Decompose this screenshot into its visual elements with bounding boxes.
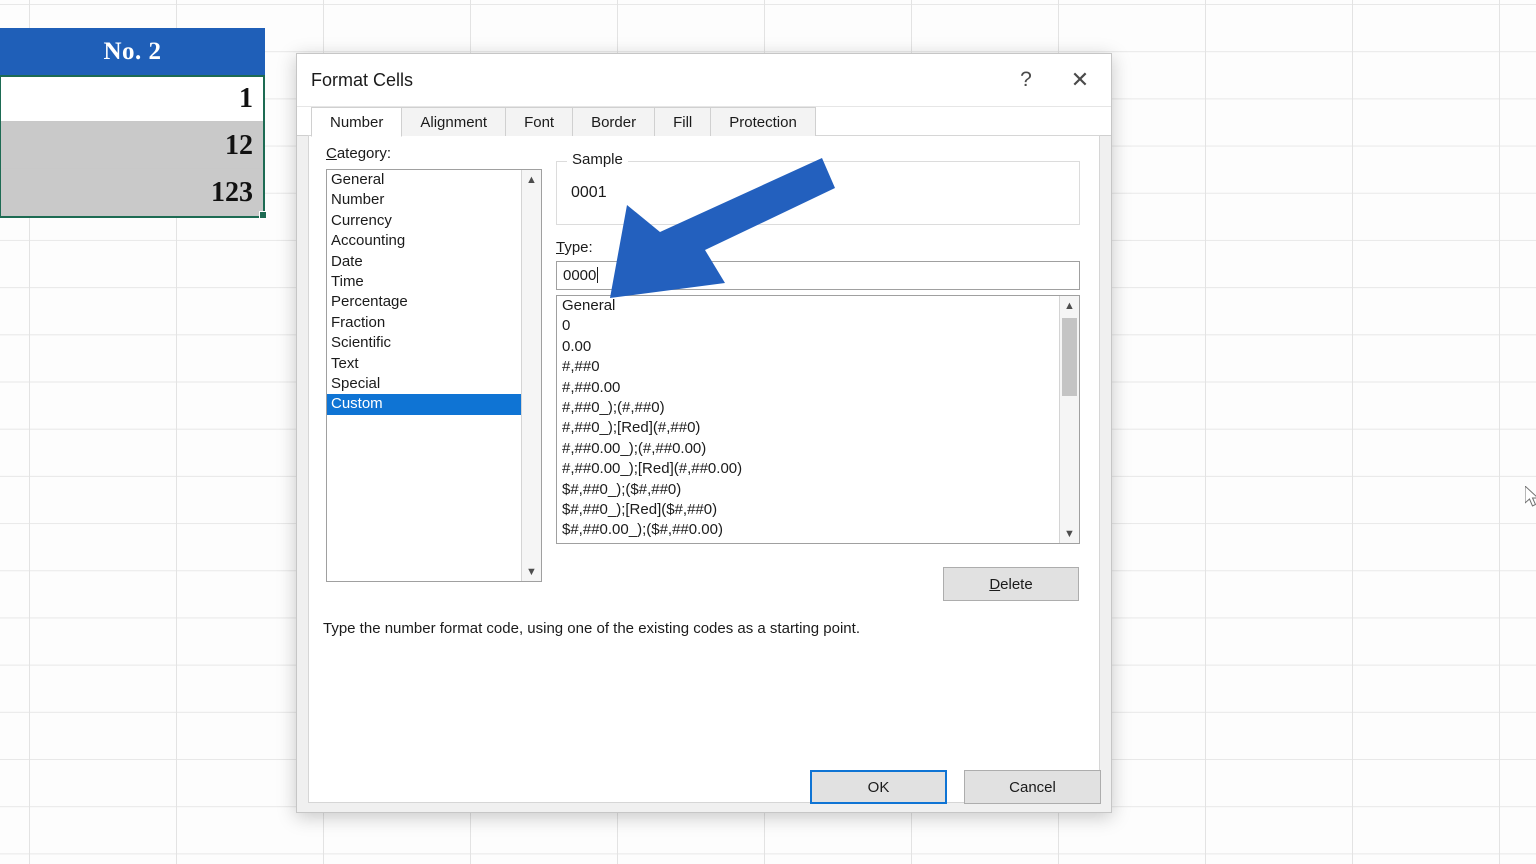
type-item-4[interactable]: #,##0.00 (557, 378, 1079, 398)
close-icon[interactable]: ✕ (1057, 54, 1103, 106)
category-item-text[interactable]: Text (327, 354, 541, 374)
spreadsheet-column: No. 2 1 12 123 (0, 28, 265, 216)
delete-label-rest: elete (1000, 575, 1033, 593)
mouse-cursor-icon (1525, 486, 1536, 507)
category-label: Category: (326, 145, 391, 162)
tab-strip: Number Alignment Font Border Fill Protec… (297, 107, 1111, 137)
screen: No. 2 1 12 123 Format Cells ? ✕ Number A… (0, 0, 1536, 864)
tab-font[interactable]: Font (505, 107, 574, 136)
cell-row-3[interactable]: 123 (0, 169, 265, 216)
type-item-8[interactable]: #,##0.00_);[Red](#,##0.00) (557, 459, 1079, 479)
type-item-1[interactable]: 0 (557, 316, 1079, 336)
scroll-down-icon[interactable]: ▼ (522, 562, 541, 581)
help-icon[interactable]: ? (1003, 54, 1049, 106)
tab-protection[interactable]: Protection (710, 107, 816, 136)
tab-alignment[interactable]: Alignment (401, 107, 507, 136)
type-item-6[interactable]: #,##0_);[Red](#,##0) (557, 418, 1079, 438)
dialog-title: Format Cells (311, 70, 414, 90)
type-item-2[interactable]: 0.00 (557, 337, 1079, 357)
category-item-scientific[interactable]: Scientific (327, 333, 541, 353)
type-scrollbar[interactable]: ▲ ▼ (1059, 296, 1079, 543)
category-item-accounting[interactable]: Accounting (327, 231, 541, 251)
ok-button[interactable]: OK (810, 770, 947, 804)
category-listbox[interactable]: General Number Currency Accounting Date … (326, 169, 542, 582)
tab-number[interactable]: Number (311, 107, 403, 137)
category-item-date[interactable]: Date (327, 252, 541, 272)
annotation-arrow (610, 158, 835, 298)
scroll-up-icon[interactable]: ▲ (522, 170, 541, 189)
category-item-number[interactable]: Number (327, 190, 541, 210)
category-item-fraction[interactable]: Fraction (327, 313, 541, 333)
category-item-special[interactable]: Special (327, 374, 541, 394)
dialog-title-bar: Format Cells ? ✕ (297, 54, 1111, 107)
scroll-down-icon[interactable]: ▼ (1060, 524, 1079, 543)
type-item-7[interactable]: #,##0.00_);(#,##0.00) (557, 439, 1079, 459)
category-label-rest: ategory: (336, 145, 392, 162)
type-label: Type: (556, 239, 593, 256)
scroll-up-icon[interactable]: ▲ (1060, 296, 1079, 315)
column-header-cell[interactable]: No. 2 (0, 28, 265, 75)
text-caret (597, 267, 599, 283)
category-item-general[interactable]: General (327, 170, 541, 190)
cell-row-2[interactable]: 12 (0, 122, 265, 169)
fill-handle[interactable] (259, 211, 267, 219)
delete-accelerator: D (989, 575, 1001, 593)
hint-text: Type the number format code, using one o… (323, 620, 860, 637)
tab-border[interactable]: Border (572, 107, 656, 136)
type-item-3[interactable]: #,##0 (557, 357, 1079, 377)
type-input-value: 0000 (563, 267, 597, 284)
category-item-percentage[interactable]: Percentage (327, 292, 541, 312)
category-item-custom[interactable]: Custom (327, 394, 541, 415)
category-item-currency[interactable]: Currency (327, 211, 541, 231)
type-item-11[interactable]: $#,##0.00_);($#,##0.00) (557, 520, 1079, 540)
type-listbox[interactable]: General 0 0.00 #,##0 #,##0.00 #,##0_);(#… (556, 295, 1080, 544)
type-item-9[interactable]: $#,##0_);($#,##0) (557, 480, 1079, 500)
sample-value: 0001 (571, 184, 607, 201)
category-label-accelerator: C (326, 145, 337, 162)
delete-button[interactable]: Delete (943, 567, 1079, 601)
cancel-button[interactable]: Cancel (964, 770, 1101, 804)
type-item-5[interactable]: #,##0_);(#,##0) (557, 398, 1079, 418)
cell-row-1[interactable]: 1 (0, 75, 265, 122)
type-label-rest: ype: (564, 239, 593, 256)
tab-fill[interactable]: Fill (654, 107, 712, 136)
category-item-time[interactable]: Time (327, 272, 541, 292)
scrollbar-thumb[interactable] (1062, 318, 1077, 396)
category-scrollbar[interactable]: ▲ ▼ (521, 170, 541, 581)
type-item-10[interactable]: $#,##0_);[Red]($#,##0) (557, 500, 1079, 520)
